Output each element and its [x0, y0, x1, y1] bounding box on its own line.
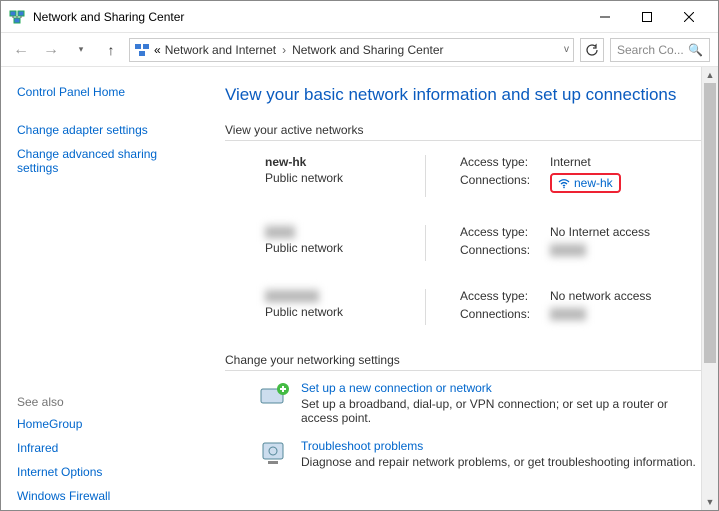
access-type-value: Internet [550, 155, 591, 169]
forward-button: → [39, 38, 63, 62]
access-type-label: Access type: [460, 155, 550, 169]
troubleshoot-desc: Diagnose and repair network problems, or… [301, 455, 696, 469]
access-type-label: Access type: [460, 289, 550, 303]
page-heading: View your basic network information and … [225, 85, 704, 105]
access-type-value: No network access [550, 289, 651, 303]
address-dropdown-icon[interactable]: v [564, 44, 569, 55]
network-type: Public network [265, 241, 425, 255]
connections-label: Connections: [460, 173, 550, 193]
troubleshoot-link[interactable]: Troubleshoot problems [301, 439, 696, 453]
breadcrumb-prefix: « [154, 43, 161, 57]
network-name: new-hk [265, 155, 425, 169]
search-icon: 🔍 [688, 43, 703, 57]
control-panel-home-link[interactable]: Control Panel Home [17, 85, 195, 99]
location-icon [134, 42, 150, 58]
network-item: new-hk Public network Access type: Inter… [225, 155, 704, 197]
connection-link[interactable]: xxxxxx [550, 243, 586, 257]
search-placeholder: Search Co... [617, 43, 684, 57]
network-name: xxxxxxxxx [265, 289, 425, 303]
access-type-value: No Internet access [550, 225, 650, 239]
search-input[interactable]: Search Co... 🔍 [610, 38, 710, 62]
setup-connection-item: Set up a new connection or network Set u… [259, 381, 704, 425]
address-bar[interactable]: « Network and Internet › Network and Sha… [129, 38, 574, 62]
access-type-label: Access type: [460, 225, 550, 239]
network-item: xxxxxxxxx Public network Access type: No… [225, 289, 704, 325]
up-button[interactable]: ↑ [99, 38, 123, 62]
network-type: Public network [265, 305, 425, 319]
scrollbar-thumb[interactable] [704, 83, 716, 363]
infrared-link[interactable]: Infrared [17, 441, 195, 455]
setup-connection-link[interactable]: Set up a new connection or network [301, 381, 704, 395]
troubleshoot-icon [259, 439, 291, 467]
network-item: xxxxx Public network Access type: No Int… [225, 225, 704, 261]
recent-dropdown[interactable]: ▾ [69, 38, 93, 62]
active-networks-label: View your active networks [225, 123, 704, 137]
wifi-icon [558, 177, 570, 189]
divider [225, 140, 704, 141]
divider [225, 370, 704, 371]
scroll-down-arrow[interactable]: ▼ [702, 494, 718, 510]
breadcrumb-item[interactable]: Network and Sharing Center [292, 43, 443, 57]
connection-link[interactable]: xxxxxx [550, 307, 586, 321]
internet-options-link[interactable]: Internet Options [17, 465, 195, 479]
vertical-scrollbar[interactable]: ▲ ▼ [701, 67, 718, 510]
minimize-button[interactable] [584, 3, 626, 31]
setup-connection-icon [259, 381, 291, 409]
back-button[interactable]: ← [9, 38, 33, 62]
window-title: Network and Sharing Center [33, 10, 584, 24]
close-button[interactable] [668, 3, 710, 31]
homegroup-link[interactable]: HomeGroup [17, 417, 195, 431]
change-adapter-link[interactable]: Change adapter settings [17, 123, 195, 137]
network-name: xxxxx [265, 225, 425, 239]
network-type: Public network [265, 171, 425, 185]
breadcrumb-separator: › [282, 43, 286, 57]
change-settings-label: Change your networking settings [225, 353, 704, 367]
connections-label: Connections: [460, 243, 550, 257]
maximize-button[interactable] [626, 3, 668, 31]
connection-link[interactable]: new-hk [558, 176, 613, 190]
highlight-box: new-hk [550, 173, 621, 193]
troubleshoot-item: Troubleshoot problems Diagnose and repai… [259, 439, 704, 469]
breadcrumb-item[interactable]: Network and Internet [165, 43, 276, 57]
app-icon [9, 9, 25, 25]
see-also-label: See also [17, 395, 195, 409]
windows-firewall-link[interactable]: Windows Firewall [17, 489, 195, 503]
refresh-button[interactable] [580, 38, 604, 62]
sidebar: Control Panel Home Change adapter settin… [1, 67, 211, 510]
main-content: View your basic network information and … [211, 67, 718, 510]
connections-label: Connections: [460, 307, 550, 321]
nav-bar: ← → ▾ ↑ « Network and Internet › Network… [1, 33, 718, 67]
connection-name: new-hk [574, 176, 613, 190]
change-advanced-sharing-link[interactable]: Change advanced sharing settings [17, 147, 195, 175]
scroll-up-arrow[interactable]: ▲ [702, 67, 718, 83]
title-bar: Network and Sharing Center [1, 1, 718, 33]
setup-connection-desc: Set up a broadband, dial-up, or VPN conn… [301, 397, 704, 425]
